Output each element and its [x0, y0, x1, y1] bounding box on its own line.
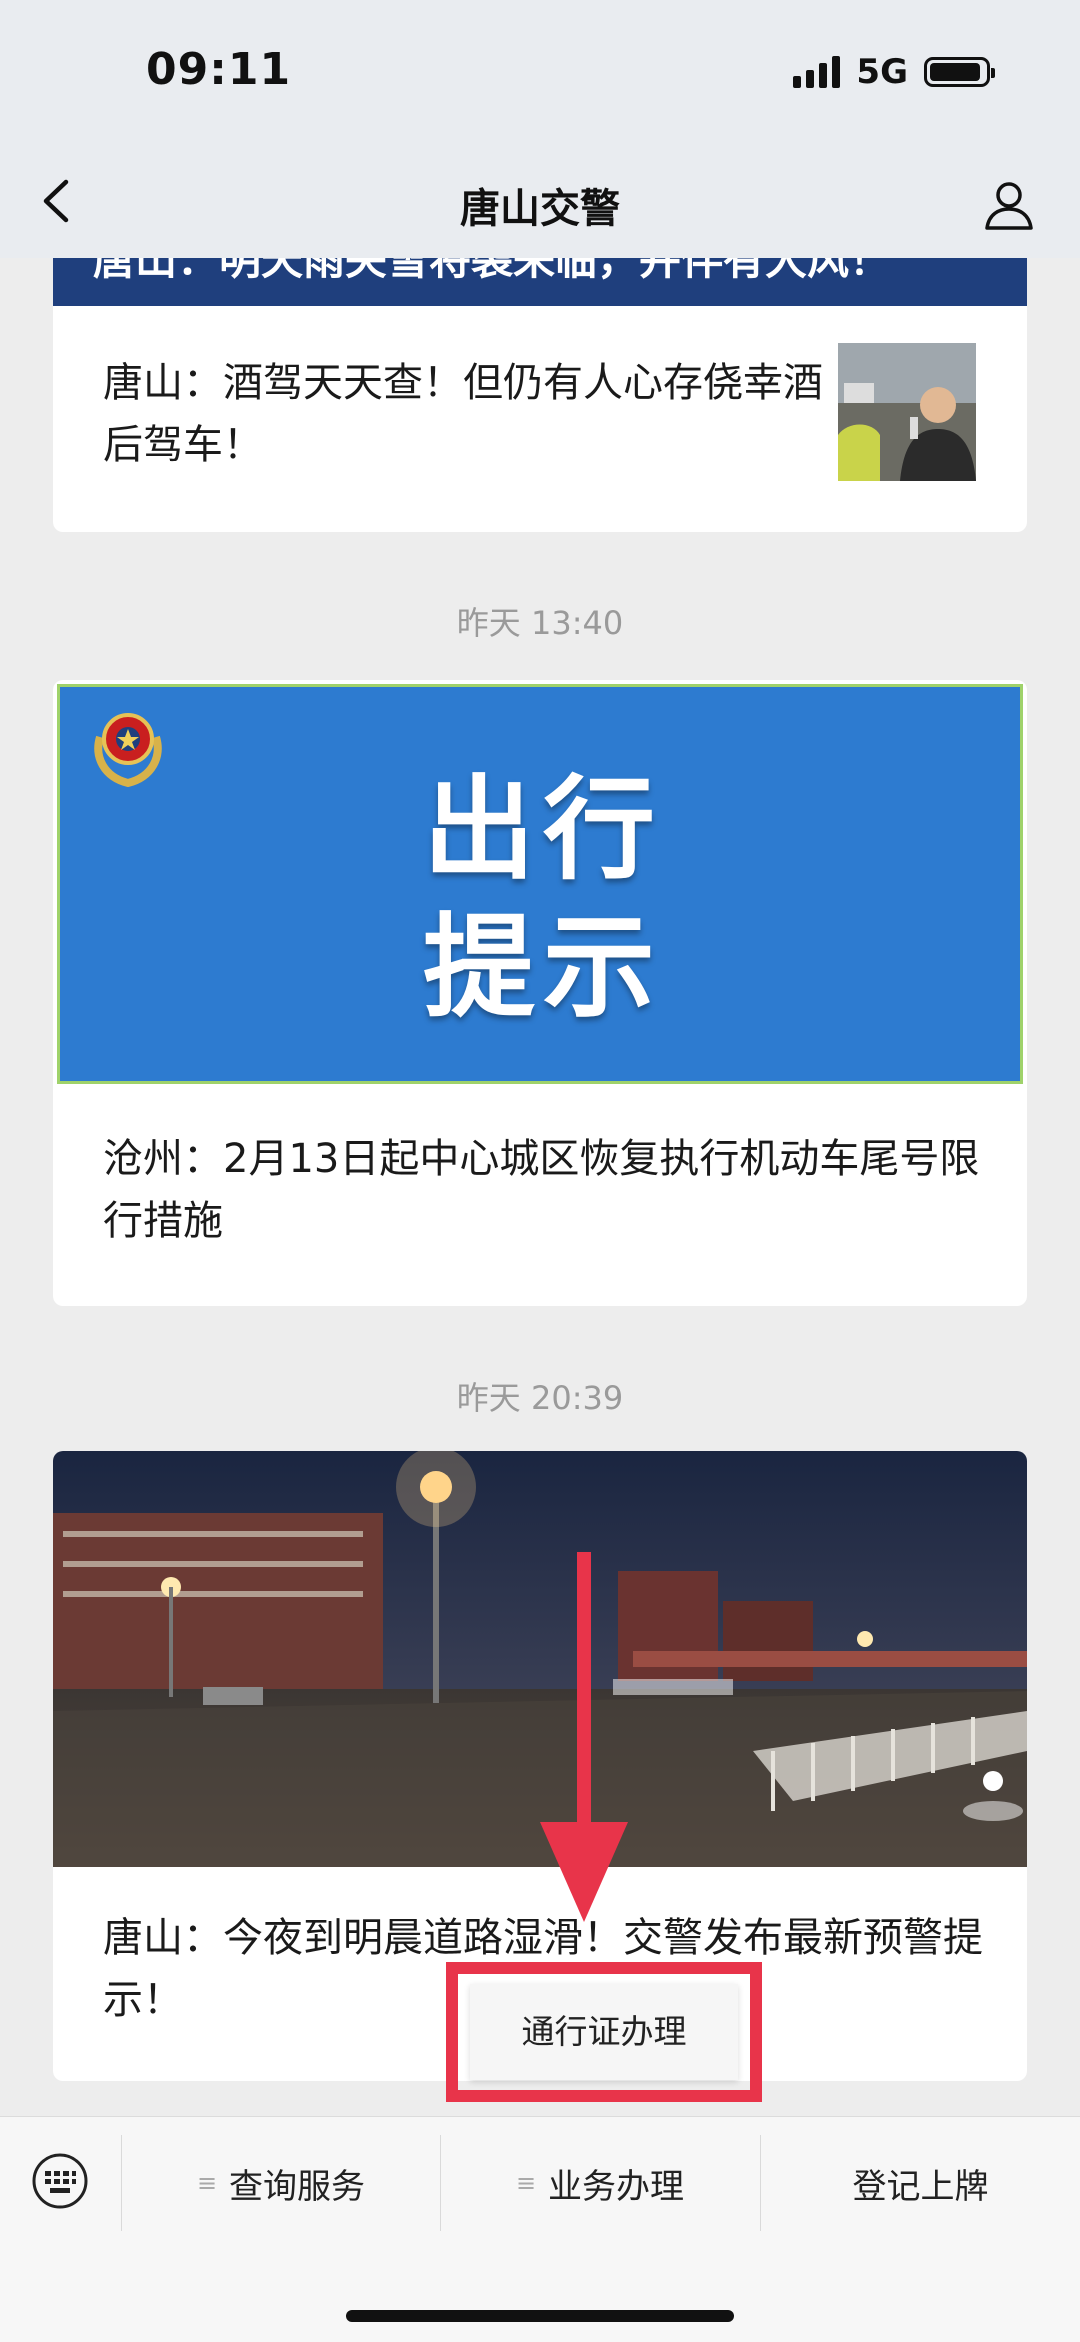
menu-label: 业务办理: [548, 2166, 685, 2207]
bottom-menu-bar: ≡ 查询服务 ≡ 业务办理 登记上牌: [0, 2116, 1080, 2342]
page-title: 唐山交警: [460, 186, 620, 232]
top-bar: 09:11 5G 唐山交警: [0, 0, 1080, 258]
article-title: 沧州：2月13日起中心城区恢复执行机动车尾号限行措施: [103, 1136, 980, 1244]
menu-list-icon: ≡: [196, 2169, 218, 2197]
menu-business-handling[interactable]: ≡ 业务办理: [441, 2135, 759, 2231]
article-card[interactable]: 出行 提示 沧州：2月13日起中心城区恢复执行机动车尾号限行措施: [53, 680, 1027, 1306]
menu-list-icon: ≡: [515, 2169, 537, 2197]
menu-registration-plates[interactable]: 登记上牌: [761, 2135, 1080, 2231]
status-time: 09:11: [146, 44, 292, 95]
network-type: 5G: [856, 52, 908, 92]
battery-icon: [924, 57, 995, 87]
annotation-highlight-box: [446, 1962, 762, 2102]
user-profile-icon[interactable]: [982, 178, 1036, 232]
status-icons: 5G: [793, 52, 995, 92]
timestamp: 昨天 13:40: [456, 604, 624, 642]
article-thumbnail: [838, 343, 976, 481]
menu-label: 查询服务: [229, 2166, 366, 2207]
keyboard-icon[interactable]: [30, 2151, 90, 2211]
article-title: 唐山：酒驾天天查！但仍有人心存侥幸酒后驾车！: [103, 360, 823, 468]
timestamp: 昨天 20:39: [456, 1379, 624, 1417]
annotation-arrow-icon: [540, 1552, 628, 1922]
menu-query-services[interactable]: ≡ 查询服务: [122, 2135, 440, 2231]
menu-label: 登记上牌: [852, 2166, 989, 2207]
cover-title-line2: 提示: [423, 903, 663, 1033]
signal-icon: [793, 56, 841, 88]
article-cover: 出行 提示: [57, 684, 1023, 1084]
home-indicator[interactable]: [346, 2310, 734, 2322]
